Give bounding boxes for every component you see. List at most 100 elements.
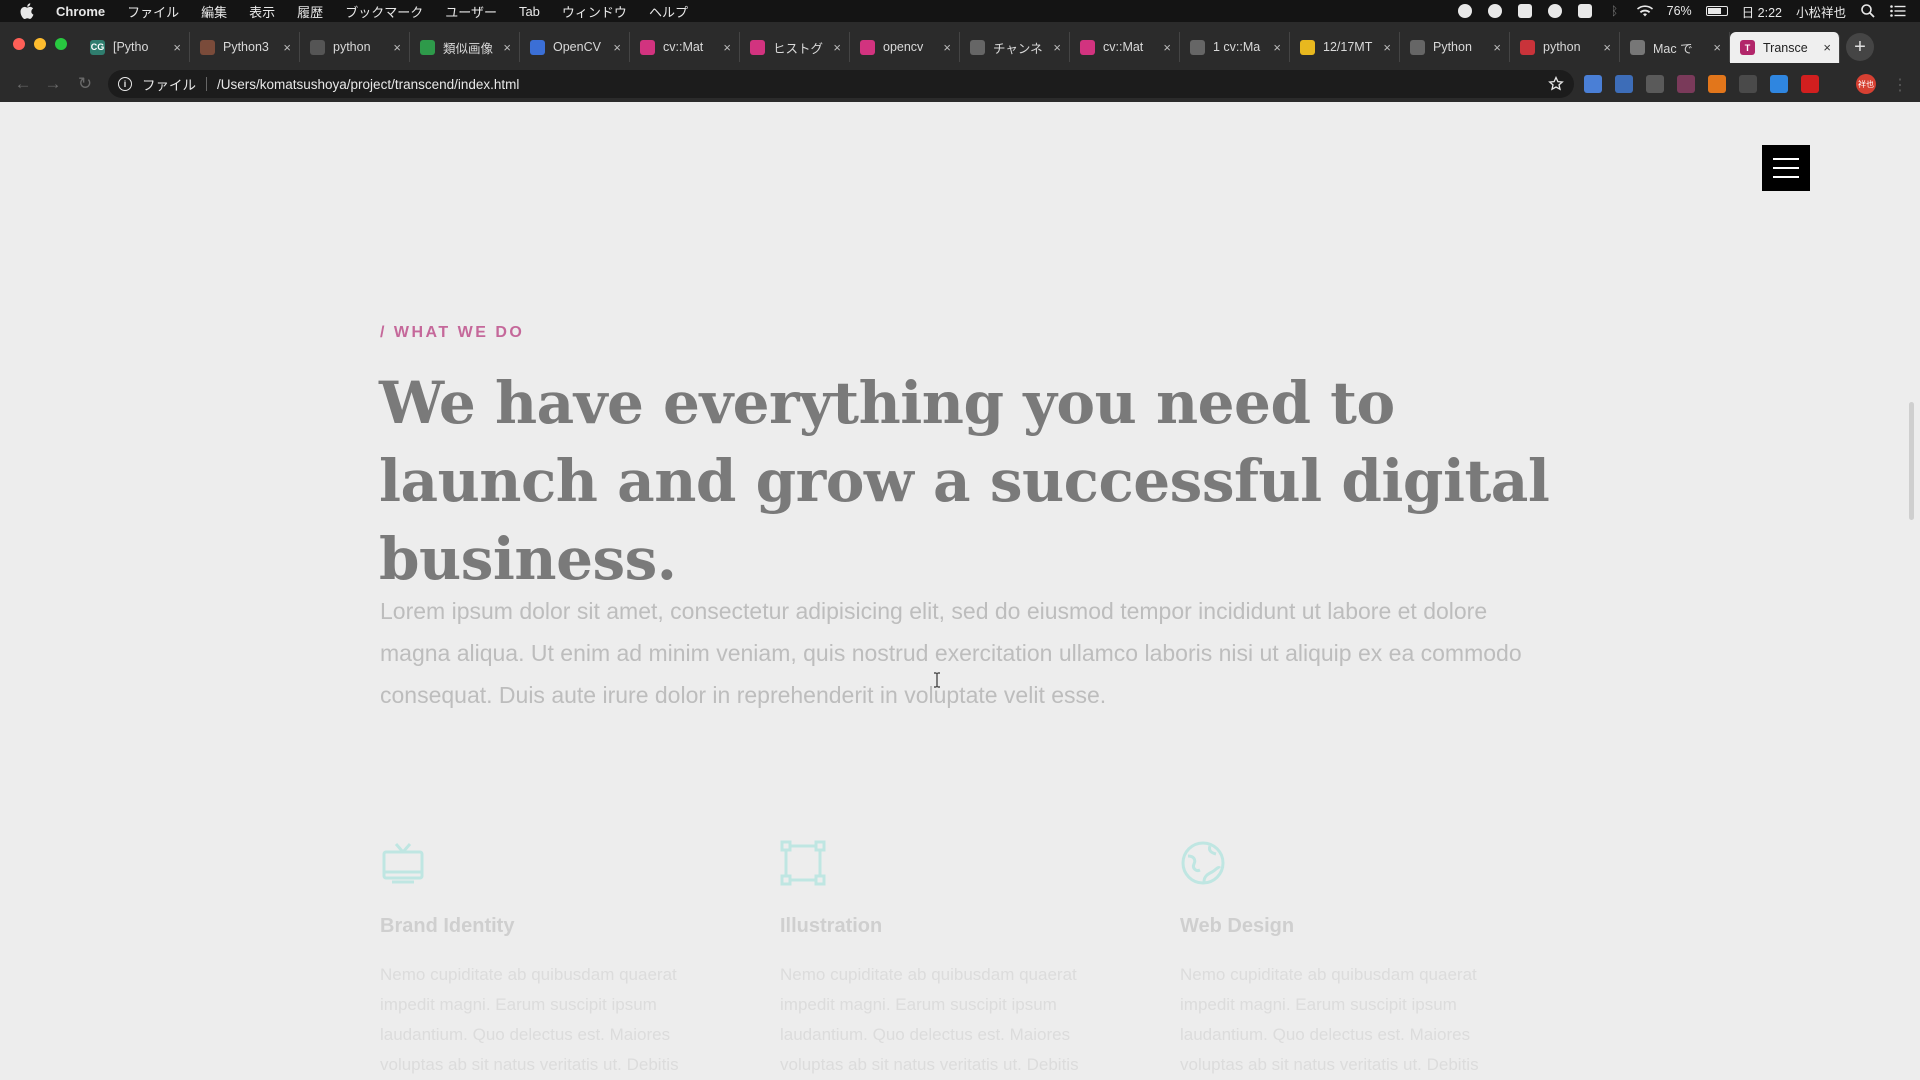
tab-close-icon[interactable]: × (393, 40, 401, 55)
tab-close-icon[interactable]: × (833, 40, 841, 55)
menu-people[interactable]: ユーザー (445, 2, 497, 21)
menu-edit[interactable]: 編集 (201, 2, 227, 21)
chrome-menu-icon[interactable]: ⋮ (1892, 75, 1908, 95)
tab-title: python (1543, 40, 1581, 54)
input-method-icon[interactable] (1577, 3, 1593, 19)
favicon-icon (1300, 39, 1315, 55)
spotlight-icon[interactable] (1860, 3, 1876, 19)
address-bar[interactable]: i ファイル /Users/komatsushoya/project/trans… (108, 70, 1574, 98)
apple-icon[interactable] (20, 3, 38, 19)
tab-close-icon[interactable]: × (1493, 40, 1501, 55)
tab-title: 1 cv::Ma (1213, 40, 1261, 54)
battery-icon[interactable] (1705, 6, 1728, 16)
tab-list: CG [Pytho × Python3 × python × 類似画像 × OpenCV × cv::… (80, 32, 1874, 63)
close-window-button[interactable] (13, 38, 25, 50)
tab-title: Python (1433, 40, 1472, 54)
menu-bookmarks[interactable]: ブックマーク (345, 2, 423, 21)
tab-close-icon[interactable]: × (1053, 40, 1061, 55)
vector-frame-icon (780, 840, 826, 886)
tab[interactable]: opencv × (850, 32, 960, 62)
tab[interactable]: 1 cv::Ma × (1180, 32, 1290, 62)
menu-help[interactable]: ヘルプ (649, 2, 688, 21)
services-grid: Brand Identity Nemo cupiditate ab quibus… (380, 840, 1500, 1080)
tab-title: Transce (1763, 40, 1808, 55)
tab-close-icon[interactable]: × (943, 40, 951, 55)
tab[interactable]: OpenCV × (520, 32, 630, 62)
translate-icon[interactable] (1584, 75, 1602, 93)
section-lead-paragraph: Lorem ipsum dolor sit amet, consectetur … (380, 598, 1522, 708)
tab[interactable]: ヒストグ × (740, 32, 850, 62)
menu-history[interactable]: 履歴 (297, 2, 323, 21)
tab-close-icon[interactable]: × (613, 40, 621, 55)
tab[interactable]: python × (1510, 32, 1620, 62)
metamask-icon[interactable] (1708, 75, 1726, 93)
tab[interactable]: Python × (1400, 32, 1510, 62)
tab-close-icon[interactable]: × (1163, 40, 1171, 55)
record-icon[interactable] (1457, 3, 1473, 19)
tab-close-icon[interactable]: × (723, 40, 731, 55)
evernote-icon[interactable] (1517, 3, 1533, 19)
new-tab-button[interactable]: + (1846, 33, 1874, 61)
calendar-icon[interactable] (1677, 75, 1695, 93)
address-url[interactable]: /Users/komatsushoya/project/transcend/in… (217, 77, 519, 92)
notification-center-icon[interactable] (1890, 3, 1906, 19)
tab[interactable]: Python3 × (190, 32, 300, 62)
youtube-icon[interactable] (1801, 75, 1819, 93)
tab-title: cv::Mat (1103, 40, 1144, 54)
favicon-icon: CG (90, 39, 105, 55)
reload-button[interactable]: ↻ (72, 71, 98, 97)
clock[interactable]: 日 2:22 (1742, 2, 1782, 21)
tab-close-icon[interactable]: × (1383, 40, 1391, 55)
creative-cloud-icon[interactable] (1547, 3, 1563, 19)
tab[interactable]: CG [Pytho × (80, 32, 190, 62)
hamburger-menu-button[interactable] (1762, 145, 1810, 191)
section-headline: We have everything you need to launch an… (379, 369, 1550, 593)
menu-app-name[interactable]: Chrome (56, 4, 105, 19)
tab[interactable]: 類似画像 × (410, 32, 520, 62)
favicon-icon (640, 39, 655, 55)
bookmark-star-icon[interactable] (1548, 75, 1564, 92)
extensions-area (1584, 70, 1819, 98)
tab-title: [Pytho (113, 40, 149, 54)
page-scrollbar[interactable] (1909, 402, 1914, 520)
screen-icon[interactable] (1646, 75, 1664, 93)
battery-percent: 76% (1666, 4, 1692, 18)
info-icon[interactable]: i (118, 77, 132, 91)
menu-view[interactable]: 表示 (249, 2, 275, 21)
tab[interactable]: 12/17MT × (1290, 32, 1400, 62)
favicon-icon (1520, 39, 1535, 55)
tab[interactable]: python × (300, 32, 410, 62)
tab-close-icon[interactable]: × (173, 40, 181, 55)
tab-close-icon[interactable]: × (1273, 40, 1281, 55)
tv-icon (382, 843, 424, 884)
profile-avatar[interactable]: 祥也 (1856, 74, 1876, 94)
user-name[interactable]: 小松祥也 (1796, 2, 1846, 21)
tab[interactable]: cv::Mat × (630, 32, 740, 62)
tab-title: opencv (883, 40, 924, 54)
forward-button[interactable]: → (40, 71, 66, 97)
grammarly-icon[interactable] (1487, 3, 1503, 19)
tab[interactable]: cv::Mat × (1070, 32, 1180, 62)
menu-tab[interactable]: Tab (519, 4, 540, 19)
tab-close-icon[interactable]: × (1713, 40, 1721, 55)
wifi-icon[interactable] (1636, 3, 1653, 19)
menu-window[interactable]: ウィンドウ (562, 2, 627, 21)
tab-close-icon[interactable]: × (503, 40, 511, 55)
menu-file[interactable]: ファイル (127, 2, 179, 21)
tab[interactable]: チャンネ × (960, 32, 1070, 62)
globe-ext-icon[interactable] (1770, 75, 1788, 93)
service-web-design: Web Design Nemo cupiditate ab quibusdam … (1180, 840, 1500, 1080)
tab-close-icon[interactable]: × (283, 40, 291, 55)
back-button[interactable]: ← (10, 71, 36, 97)
minimize-window-button[interactable] (34, 38, 46, 50)
tab-close-icon[interactable]: × (1823, 40, 1831, 55)
zoom-window-button[interactable] (55, 38, 67, 50)
bluetooth-icon[interactable]: ᛒ (1607, 3, 1623, 19)
tab-active[interactable]: T Transce × (1730, 32, 1840, 63)
address-scheme-label: ファイル (142, 78, 196, 93)
dictionary-icon[interactable] (1615, 75, 1633, 93)
tab-close-icon[interactable]: × (1603, 40, 1611, 55)
text-cursor-icon (934, 672, 940, 688)
tab[interactable]: Mac で × (1620, 32, 1730, 62)
se-icon[interactable] (1739, 75, 1757, 93)
